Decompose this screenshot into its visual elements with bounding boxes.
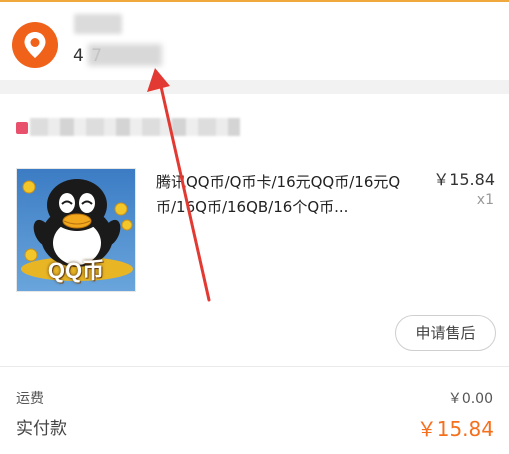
shipping-label: 运费 [16,391,44,407]
section-divider [0,80,509,94]
paid-total: ￥15.84 [416,417,494,441]
summary-divider [0,366,509,367]
shipping-value: ￥0.00 [447,391,493,407]
after-sale-button[interactable]: 申请售后 [395,315,496,351]
paid-label: 实付款 [16,419,67,439]
product-title[interactable]: 腾讯QQ币/Q币卡/16元QQ币/16元Q币/16Q币/16QB/16个Q币..… [156,170,418,222]
recipient-name-redacted [74,14,122,34]
store-icon [16,122,28,134]
product-price: ￥15.84 [433,170,495,189]
store-name-redacted [30,118,240,136]
product-image-label: QQ币 [47,258,105,283]
location-pin-icon [12,22,58,68]
address-card[interactable]: 4 7 [0,2,509,80]
product-image[interactable]: QQ币 [16,168,136,292]
phone-redaction [88,44,162,66]
product-quantity: x1 [476,192,494,208]
